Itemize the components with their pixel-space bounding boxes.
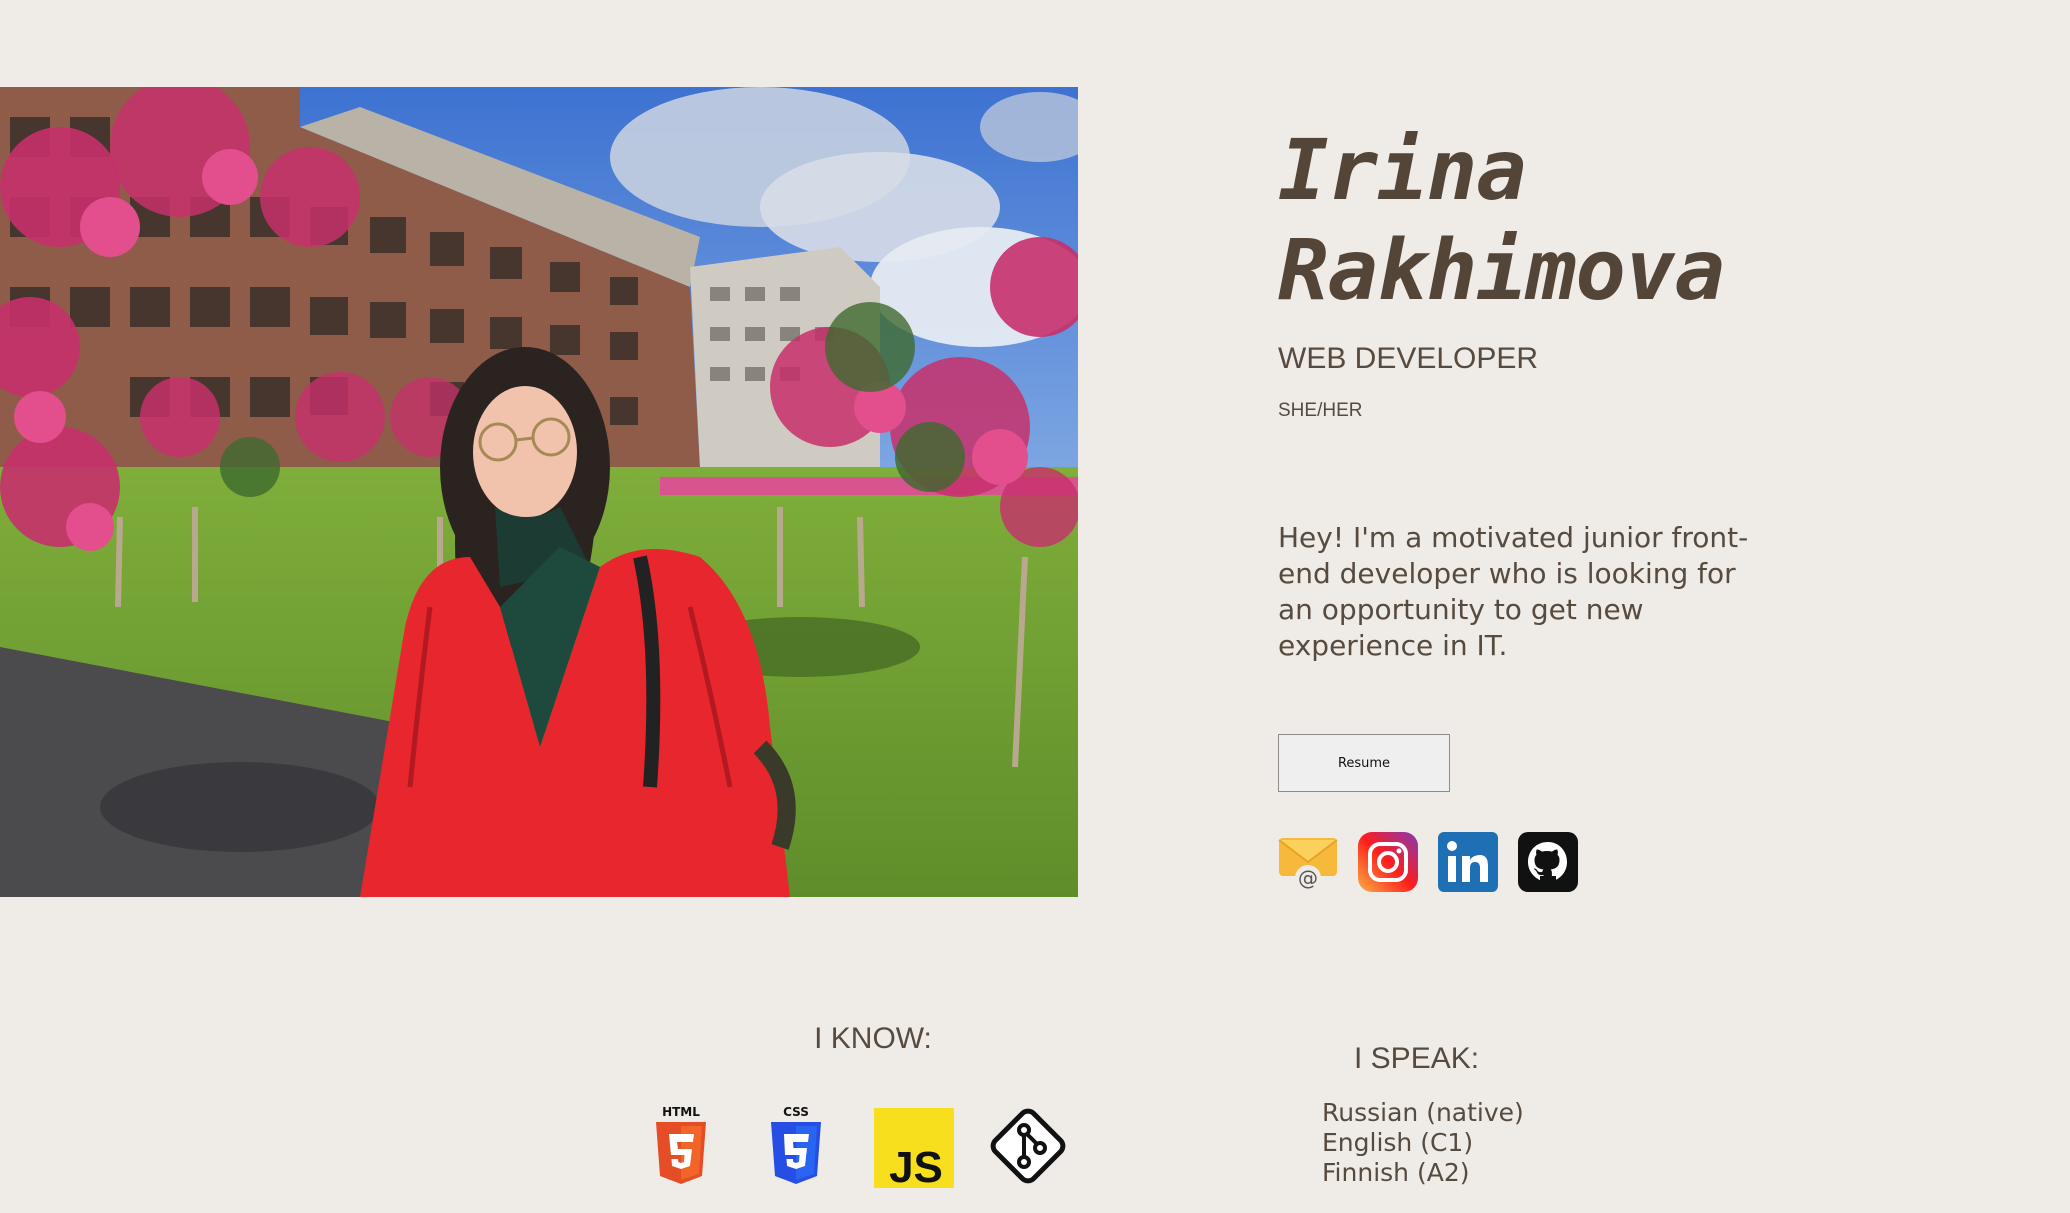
email-link[interactable]: @ (1278, 832, 1338, 892)
linkedin-link[interactable] (1438, 832, 1498, 892)
bio-text: Hey! I'm a motivated junior front-end de… (1278, 521, 1749, 662)
css3-icon: CSS (771, 1105, 821, 1184)
language-item: Russian (native) (1322, 1098, 1524, 1127)
github-link[interactable] (1518, 832, 1578, 892)
skill-javascript: JS (874, 1104, 954, 1188)
instagram-icon (1358, 832, 1418, 892)
job-title: WEB DEVELOPER (1278, 342, 1539, 375)
skill-html: HTML (652, 1104, 732, 1188)
instagram-link[interactable] (1358, 832, 1418, 892)
skills-title: I KNOW: (814, 1022, 932, 1055)
last-name: Rakhimova (1278, 221, 1725, 319)
svg-text:@: @ (1298, 866, 1318, 890)
skill-git (988, 1104, 1068, 1188)
languages-title: I SPEAK: (1354, 1042, 1480, 1075)
pronouns: SHE/HER (1278, 400, 1363, 421)
language-item: Finnish (A2) (1322, 1158, 1470, 1187)
profile-section: Irina Rakhimova WEB DEVELOPER SHE/HER He… (1278, 120, 1838, 892)
javascript-icon: JS (874, 1108, 954, 1188)
html5-icon: HTML (656, 1105, 706, 1184)
profile-photo (0, 87, 1078, 897)
mail-icon: @ (1278, 838, 1338, 891)
resume-button[interactable]: Resume (1278, 734, 1450, 792)
languages-list: Russian (native) English (C1) Finnish (A… (1322, 1098, 1524, 1188)
html-label: HTML (662, 1105, 700, 1119)
skill-css: CSS (767, 1104, 847, 1188)
css-label: CSS (783, 1105, 809, 1119)
linkedin-icon (1438, 832, 1498, 892)
git-icon (990, 1108, 1066, 1184)
js-label: JS (889, 1143, 943, 1188)
name-heading: Irina Rakhimova (1278, 120, 1838, 320)
first-name: Irina (1278, 121, 1527, 219)
github-icon (1518, 832, 1578, 892)
language-item: English (C1) (1322, 1128, 1474, 1157)
social-links: @ (1278, 832, 1838, 892)
